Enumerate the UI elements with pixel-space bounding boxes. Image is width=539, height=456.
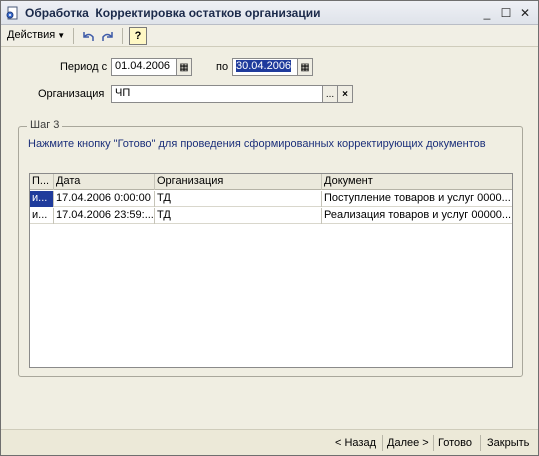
organization-value: ЧП — [115, 87, 131, 99]
table-cell[interactable]: и... — [30, 208, 54, 224]
organization-field[interactable]: ЧП — [111, 85, 323, 103]
next-button[interactable]: Далее > — [387, 437, 429, 449]
select-button[interactable]: ... — [322, 85, 338, 103]
period-to-label: по — [216, 61, 229, 73]
footer-separator — [382, 435, 383, 451]
gear-doc-icon — [6, 6, 18, 20]
help-button[interactable]: ? — [129, 27, 147, 45]
chevron-down-icon: ▼ — [57, 31, 66, 40]
close-button[interactable]: Закрыть — [487, 437, 529, 449]
table-cell[interactable]: Реализация товаров и услуг 00000... — [322, 208, 512, 224]
maximize-icon[interactable]: ☐ — [498, 5, 514, 20]
clear-button[interactable]: × — [337, 85, 353, 103]
table-cell[interactable]: ТД — [155, 208, 322, 224]
actions-menu[interactable]: Действия ▼ — [7, 29, 65, 41]
back-button[interactable]: < Назад — [335, 437, 376, 449]
footer-bar: < Назад Далее > Готово Закрыть — [1, 429, 538, 455]
table-cell[interactable]: 17.04.2006 0:00:00 — [54, 191, 155, 207]
column-header[interactable]: Дата — [54, 174, 155, 190]
calendar-icon[interactable]: ▦ — [297, 58, 313, 76]
column-header[interactable]: П... — [30, 174, 54, 190]
column-header[interactable]: Организация — [155, 174, 322, 190]
toolbar-separator — [73, 28, 74, 44]
table-cell[interactable]: 17.04.2006 23:59:... — [54, 208, 155, 224]
calendar-icon[interactable]: ▦ — [176, 58, 192, 76]
period-from-field[interactable]: 01.04.2006 — [111, 58, 177, 76]
documents-table[interactable]: П... Дата Организация Документ и... 17.0… — [29, 173, 513, 368]
period-to-field[interactable]: 30.04.2006 — [232, 58, 298, 76]
period-from-label: Период с — [60, 61, 108, 73]
undo-arrow-icon[interactable] — [79, 27, 97, 45]
title-bar: Обработка Корректировка остатков организ… — [1, 1, 538, 25]
done-button[interactable]: Готово — [438, 437, 472, 449]
table-row[interactable]: и... 17.04.2006 0:00:00 ТД Поступление т… — [30, 191, 512, 207]
period-to-value: 30.04.2006 — [236, 60, 292, 72]
actions-menu-label: Действия — [7, 29, 56, 41]
table-cell[interactable]: ТД — [155, 191, 322, 207]
footer-separator — [433, 435, 434, 451]
redo-arrow-icon[interactable] — [99, 27, 117, 45]
table-cell[interactable]: и... — [30, 191, 54, 207]
step-title: Шаг 3 — [27, 119, 63, 131]
processing-window: Обработка Корректировка остатков организ… — [0, 0, 539, 456]
minimize-icon[interactable]: _ — [479, 5, 495, 20]
toolbar-separator — [122, 28, 123, 44]
column-header[interactable]: Документ — [322, 174, 512, 190]
step-instruction: Нажмите кнопку "Готово" для проведения с… — [28, 138, 486, 150]
close-icon[interactable]: ✕ — [517, 5, 533, 20]
footer-separator — [480, 435, 481, 451]
toolbar: Действия ▼ ? — [1, 25, 538, 47]
window-title: Обработка Корректировка остатков организ… — [25, 6, 321, 20]
table-header: П... Дата Организация Документ — [30, 174, 512, 190]
table-row[interactable]: и... 17.04.2006 23:59:... ТД Реализация … — [30, 208, 512, 224]
organization-label: Организация — [38, 88, 105, 100]
table-cell[interactable]: Поступление товаров и услуг 0000... — [322, 191, 512, 207]
period-from-value: 01.04.2006 — [115, 60, 171, 72]
step-group: Шаг 3 Нажмите кнопку "Готово" для провед… — [18, 119, 523, 377]
